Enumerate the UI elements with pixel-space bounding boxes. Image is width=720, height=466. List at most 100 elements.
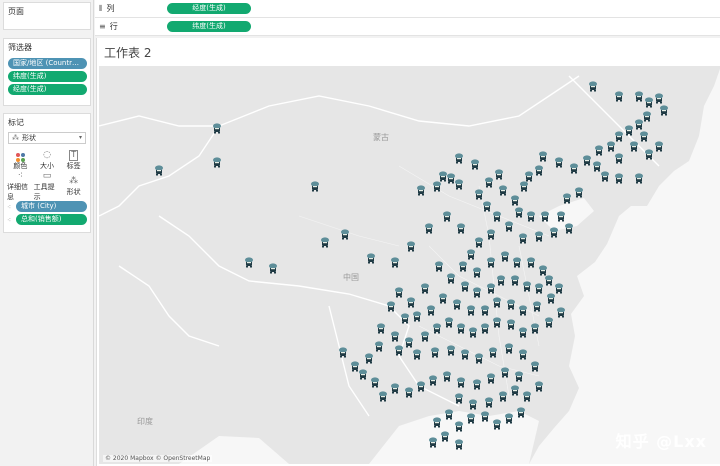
city-marker[interactable] bbox=[645, 97, 653, 108]
city-marker[interactable] bbox=[457, 323, 465, 334]
city-marker[interactable] bbox=[459, 261, 467, 272]
city-marker[interactable] bbox=[461, 349, 469, 360]
city-marker[interactable] bbox=[655, 141, 663, 152]
city-marker[interactable] bbox=[469, 399, 477, 410]
city-marker[interactable] bbox=[447, 173, 455, 184]
mark-field-sales[interactable]: 总和(销售额) bbox=[16, 214, 87, 225]
city-marker[interactable] bbox=[429, 375, 437, 386]
city-marker[interactable] bbox=[507, 299, 515, 310]
city-marker[interactable] bbox=[607, 141, 615, 152]
city-marker[interactable] bbox=[635, 173, 643, 184]
city-marker[interactable] bbox=[407, 297, 415, 308]
city-marker[interactable] bbox=[371, 377, 379, 388]
city-marker[interactable] bbox=[461, 281, 469, 292]
city-marker[interactable] bbox=[499, 391, 507, 402]
city-marker[interactable] bbox=[485, 177, 493, 188]
city-marker[interactable] bbox=[487, 373, 495, 384]
city-marker[interactable] bbox=[155, 165, 163, 176]
city-marker[interactable] bbox=[660, 105, 668, 116]
city-marker[interactable] bbox=[447, 273, 455, 284]
city-marker[interactable] bbox=[570, 163, 578, 174]
city-marker[interactable] bbox=[375, 341, 383, 352]
city-marker[interactable] bbox=[527, 211, 535, 222]
city-marker[interactable] bbox=[475, 237, 483, 248]
city-marker[interactable] bbox=[453, 299, 461, 310]
city-marker[interactable] bbox=[513, 257, 521, 268]
rows-pill[interactable]: 纬度(生成) bbox=[167, 21, 251, 32]
city-marker[interactable] bbox=[505, 221, 513, 232]
mark-type-select[interactable]: ⁂ 形状 ▾ bbox=[8, 132, 86, 144]
city-marker[interactable] bbox=[615, 131, 623, 142]
city-marker[interactable] bbox=[519, 349, 527, 360]
city-marker[interactable] bbox=[443, 371, 451, 382]
city-marker[interactable] bbox=[535, 231, 543, 242]
city-marker[interactable] bbox=[640, 131, 648, 142]
city-marker[interactable] bbox=[341, 229, 349, 240]
city-marker[interactable] bbox=[245, 257, 253, 268]
city-marker[interactable] bbox=[485, 397, 493, 408]
city-marker[interactable] bbox=[405, 337, 413, 348]
city-marker[interactable] bbox=[511, 385, 519, 396]
city-marker[interactable] bbox=[417, 381, 425, 392]
city-marker[interactable] bbox=[635, 119, 643, 130]
mark-field-city[interactable]: 城市 (City) bbox=[16, 201, 87, 212]
city-marker[interactable] bbox=[391, 257, 399, 268]
city-marker[interactable] bbox=[405, 387, 413, 398]
city-marker[interactable] bbox=[487, 257, 495, 268]
city-marker[interactable] bbox=[425, 223, 433, 234]
city-marker[interactable] bbox=[471, 159, 479, 170]
city-marker[interactable] bbox=[531, 323, 539, 334]
city-marker[interactable] bbox=[481, 305, 489, 316]
city-marker[interactable] bbox=[507, 319, 515, 330]
map-canvas[interactable]: 蒙古 中国 印度 bbox=[99, 66, 720, 464]
city-marker[interactable] bbox=[421, 331, 429, 342]
city-marker[interactable] bbox=[321, 237, 329, 248]
city-marker[interactable] bbox=[213, 157, 221, 168]
city-marker[interactable] bbox=[505, 343, 513, 354]
city-marker[interactable] bbox=[379, 391, 387, 402]
city-marker[interactable] bbox=[547, 293, 555, 304]
city-marker[interactable] bbox=[455, 153, 463, 164]
detail-button[interactable]: ⁖ 详细信息 bbox=[7, 171, 34, 201]
city-marker[interactable] bbox=[269, 263, 277, 274]
city-marker[interactable] bbox=[519, 305, 527, 316]
city-marker[interactable] bbox=[501, 251, 509, 262]
tooltip-button[interactable]: ▭ 工具提示 bbox=[34, 171, 61, 201]
city-marker[interactable] bbox=[615, 91, 623, 102]
size-button[interactable]: ◌ 大小 bbox=[34, 147, 61, 173]
city-marker[interactable] bbox=[413, 311, 421, 322]
city-marker[interactable] bbox=[493, 211, 501, 222]
city-marker[interactable] bbox=[365, 353, 373, 364]
city-marker[interactable] bbox=[433, 323, 441, 334]
city-marker[interactable] bbox=[421, 283, 429, 294]
city-marker[interactable] bbox=[563, 193, 571, 204]
city-marker[interactable] bbox=[413, 349, 421, 360]
city-marker[interactable] bbox=[555, 283, 563, 294]
city-marker[interactable] bbox=[469, 327, 477, 338]
city-marker[interactable] bbox=[395, 287, 403, 298]
city-marker[interactable] bbox=[427, 305, 435, 316]
city-marker[interactable] bbox=[499, 185, 507, 196]
city-marker[interactable] bbox=[473, 267, 481, 278]
city-marker[interactable] bbox=[481, 323, 489, 334]
shape-button[interactable]: ⁂ 形状 bbox=[60, 173, 87, 199]
city-marker[interactable] bbox=[601, 171, 609, 182]
city-marker[interactable] bbox=[473, 379, 481, 390]
city-marker[interactable] bbox=[473, 287, 481, 298]
color-button[interactable]: 颜色 bbox=[7, 147, 34, 173]
city-marker[interactable] bbox=[407, 241, 415, 252]
city-marker[interactable] bbox=[535, 381, 543, 392]
city-marker[interactable] bbox=[555, 157, 563, 168]
city-marker[interactable] bbox=[545, 275, 553, 286]
city-marker[interactable] bbox=[539, 151, 547, 162]
city-marker[interactable] bbox=[497, 275, 505, 286]
filter-pill-longitude[interactable]: 经度(生成) bbox=[8, 84, 87, 95]
city-marker[interactable] bbox=[525, 171, 533, 182]
city-marker[interactable] bbox=[475, 353, 483, 364]
city-marker[interactable] bbox=[589, 81, 597, 92]
city-marker[interactable] bbox=[443, 211, 451, 222]
city-marker[interactable] bbox=[467, 249, 475, 260]
city-marker[interactable] bbox=[457, 223, 465, 234]
city-marker[interactable] bbox=[455, 393, 463, 404]
city-marker[interactable] bbox=[439, 293, 447, 304]
